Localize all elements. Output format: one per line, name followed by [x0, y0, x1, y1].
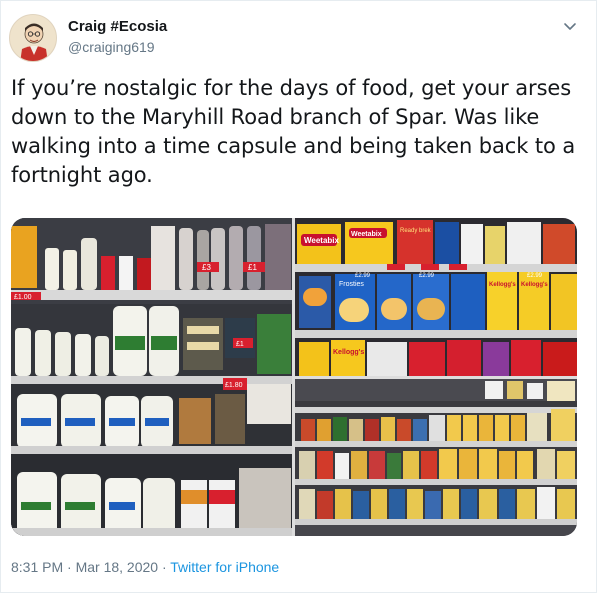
- price-tag: £2.99: [419, 273, 435, 279]
- svg-text:£1.80: £1.80: [225, 382, 243, 389]
- tweet-card: Craig #Ecosia @craiging619 If you’re nos…: [0, 0, 597, 593]
- cereal-brand-label: Weetabix: [351, 231, 382, 238]
- svg-text:£3: £3: [202, 263, 211, 272]
- meta-separator: ·: [158, 559, 171, 575]
- price-tag: £2.99: [527, 273, 543, 279]
- cereal-brand-label: Weetabix: [304, 236, 340, 245]
- price-tag: £2.99: [355, 273, 371, 279]
- svg-text:£1: £1: [248, 263, 257, 272]
- cereal-brand-label: Ready brek: [400, 228, 432, 234]
- tweet-media-grid[interactable]: £1.00 £3 £1 £1 £1.80 Weetabix Weetabix R…: [11, 218, 577, 536]
- author-handle[interactable]: @craiging619: [68, 39, 155, 55]
- svg-text:£1.00: £1.00: [14, 294, 32, 301]
- tweet-source-link[interactable]: Twitter for iPhone: [170, 559, 279, 575]
- tweet-text: If you’re nostalgic for the days of food…: [11, 76, 576, 187]
- profile-avatar-illustration: [10, 15, 56, 61]
- cereal-brand-label: Frosties: [339, 281, 364, 288]
- author-display-name[interactable]: Craig #Ecosia: [68, 18, 167, 35]
- cereal-brand-label: Kellogg's: [521, 282, 548, 288]
- svg-text:£1: £1: [236, 341, 244, 348]
- tweet-metadata: 8:31 PM · Mar 18, 2020 · Twitter for iPh…: [11, 559, 279, 575]
- photo-milk-and-dairy-shelves[interactable]: £1.00 £3 £1 £1 £1.80: [11, 218, 292, 536]
- chevron-down-icon[interactable]: [562, 18, 578, 34]
- cereal-brand-label: Kellogg's: [333, 349, 364, 356]
- author-avatar[interactable]: [9, 14, 57, 62]
- photo-cereal-shelves[interactable]: Weetabix Weetabix Ready brek Frosties Ke…: [295, 218, 577, 376]
- tweet-timestamp[interactable]: 8:31 PM · Mar 18, 2020: [11, 559, 158, 575]
- cereal-brand-label: Kellogg's: [489, 282, 516, 288]
- photo-tinned-food-shelves[interactable]: [295, 379, 577, 536]
